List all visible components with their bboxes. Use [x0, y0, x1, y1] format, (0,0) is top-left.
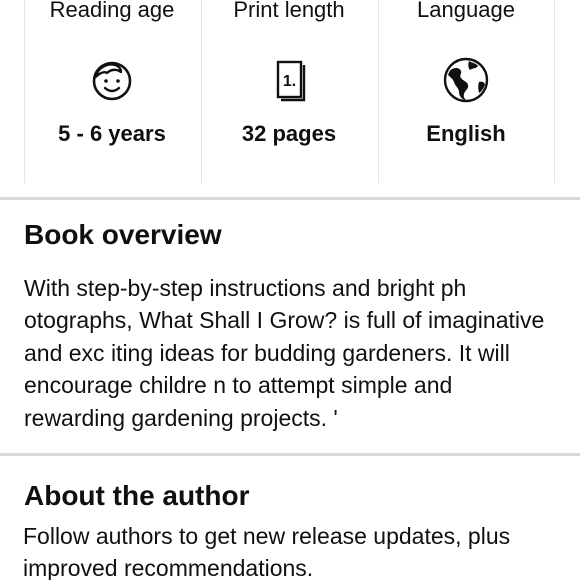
attribute-print-length: Print length 1. 32 pages — [201, 0, 377, 183]
about-author-heading: About the author — [24, 480, 250, 511]
book-pages-icon-text: 1. — [283, 73, 296, 90]
book-pages-icon: 1. — [265, 56, 313, 104]
section-divider — [0, 197, 580, 200]
attribute-reading-age: Reading age 5 - 6 years — [24, 0, 200, 183]
about-author-text: Follow authors to get new release update… — [23, 523, 511, 580]
attribute-value: English — [426, 121, 506, 146]
attribute-label: Reading age — [49, 0, 175, 22]
globe-icon — [442, 56, 490, 104]
book-overview-heading: Book overview — [24, 219, 222, 250]
child-face-icon — [88, 56, 136, 104]
attribute-value: 5 - 6 years — [58, 121, 166, 146]
attribute-label: Language — [417, 0, 515, 22]
attribute-value: 32 pages — [241, 121, 337, 146]
attribute-label: Print length — [233, 0, 345, 22]
attribute-divider — [554, 0, 555, 183]
book-overview-text: With step-by-step instructions and brigh… — [24, 275, 545, 431]
product-details-page: Reading age 5 - 6 years Print length 1. … — [0, 0, 580, 580]
attribute-language: Language English — [378, 0, 554, 183]
book-attributes-strip: Reading age 5 - 6 years Print length 1. … — [0, 0, 580, 183]
section-divider — [0, 453, 580, 456]
